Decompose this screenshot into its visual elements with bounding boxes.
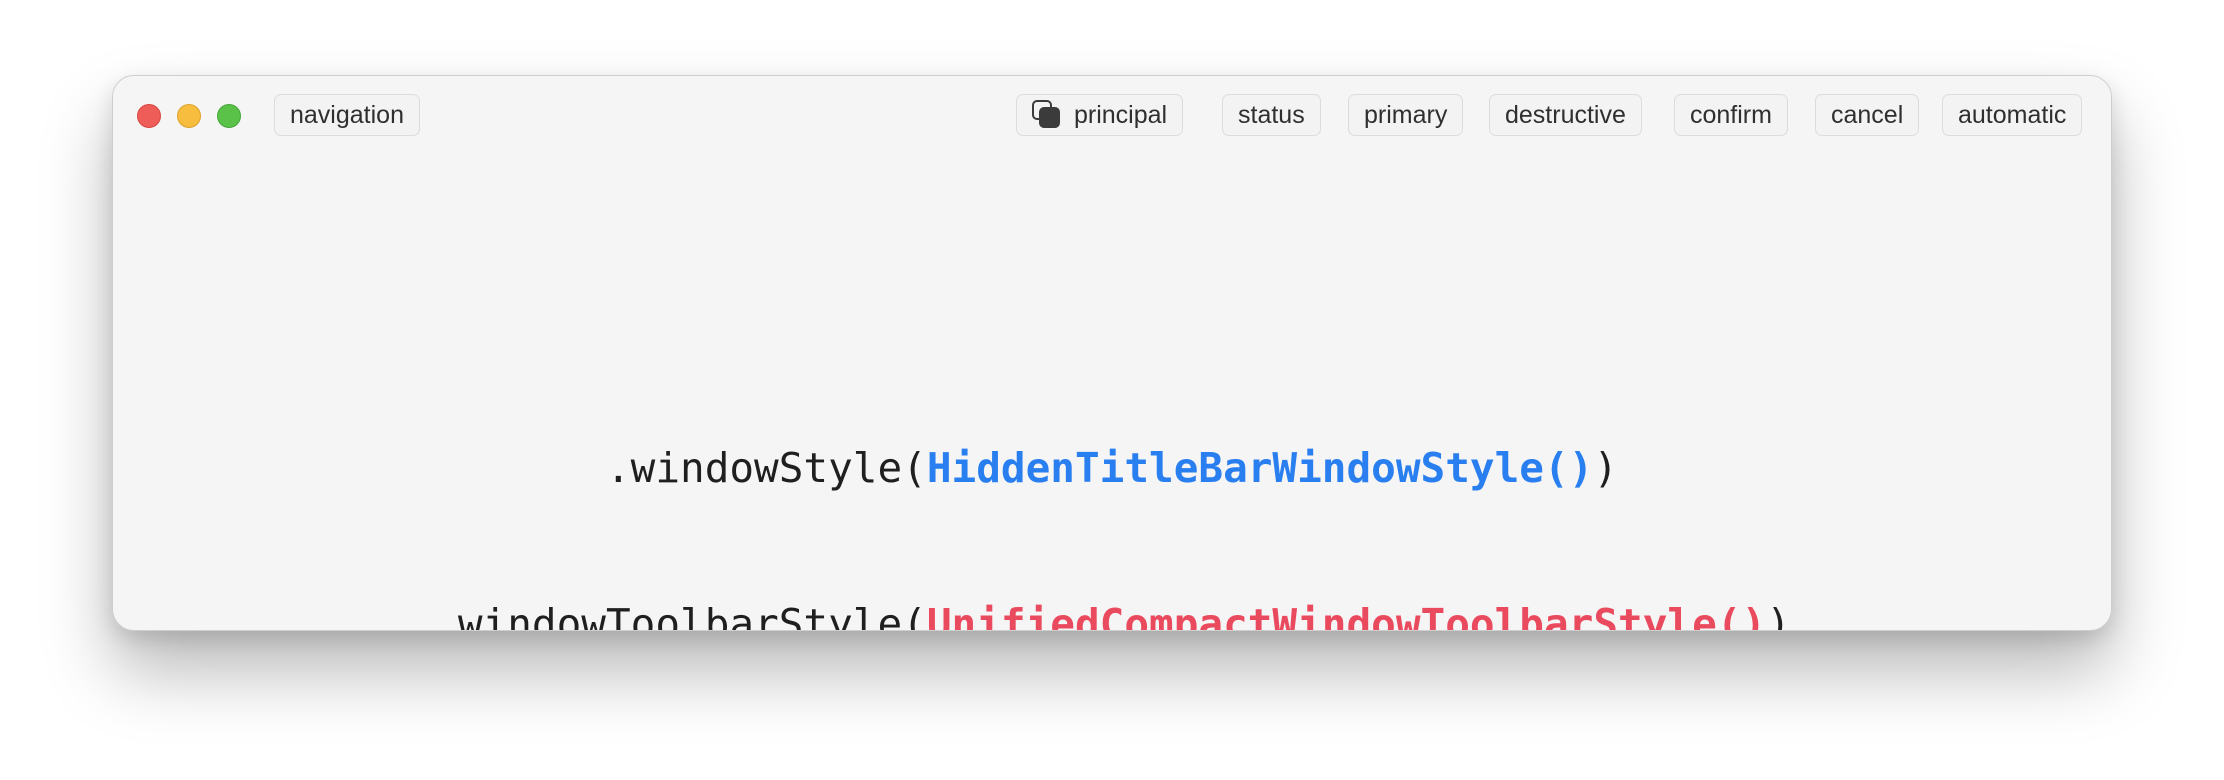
desktop-backdrop: navigation principal status primary dest… <box>0 0 2224 780</box>
destructive-button[interactable]: destructive <box>1489 94 1642 136</box>
destructive-button-label: destructive <box>1505 101 1626 129</box>
toolbar-style-prefix: .windowToolbarStyle( <box>433 600 927 631</box>
primary-button[interactable]: primary <box>1348 94 1464 136</box>
toolbar-style-value: UnifiedCompactWindowToolbarStyle() <box>926 600 1767 631</box>
minimize-window-button[interactable] <box>177 104 201 128</box>
confirm-button[interactable]: confirm <box>1674 94 1788 136</box>
toolbar-style-suffix: ) <box>1766 600 1791 631</box>
close-window-button[interactable] <box>137 104 161 128</box>
window-style-suffix: ) <box>1593 444 1619 492</box>
window-style-value: HiddenTitleBarWindowStyle() <box>926 444 1594 492</box>
principal-button-label: principal <box>1074 101 1168 129</box>
app-window: navigation principal status primary dest… <box>112 75 2112 631</box>
window-style-prefix: .windowStyle( <box>605 444 927 492</box>
navigation-button-label: navigation <box>290 101 404 129</box>
window-toolbar: navigation principal status primary dest… <box>113 76 2111 152</box>
status-button[interactable]: status <box>1222 94 1321 136</box>
window-style-line: .windowStyle(HiddenTitleBarWindowStyle()… <box>113 442 2111 494</box>
navigation-button[interactable]: navigation <box>274 94 420 136</box>
automatic-button[interactable]: automatic <box>1942 94 2083 136</box>
stacked-squares-icon <box>1032 100 1062 129</box>
toolbar-style-line: .windowToolbarStyle(UnifiedCompactWindow… <box>113 598 2111 631</box>
primary-button-label: primary <box>1364 101 1448 129</box>
zoom-window-button[interactable] <box>217 104 241 128</box>
principal-button[interactable]: principal <box>1016 94 1184 136</box>
cancel-button-label: cancel <box>1831 101 1904 129</box>
automatic-button-label: automatic <box>1958 101 2067 129</box>
confirm-button-label: confirm <box>1690 101 1772 129</box>
status-button-label: status <box>1238 101 1305 129</box>
cancel-button[interactable]: cancel <box>1815 94 1920 136</box>
code-sample: .windowStyle(HiddenTitleBarWindowStyle()… <box>113 338 2111 631</box>
